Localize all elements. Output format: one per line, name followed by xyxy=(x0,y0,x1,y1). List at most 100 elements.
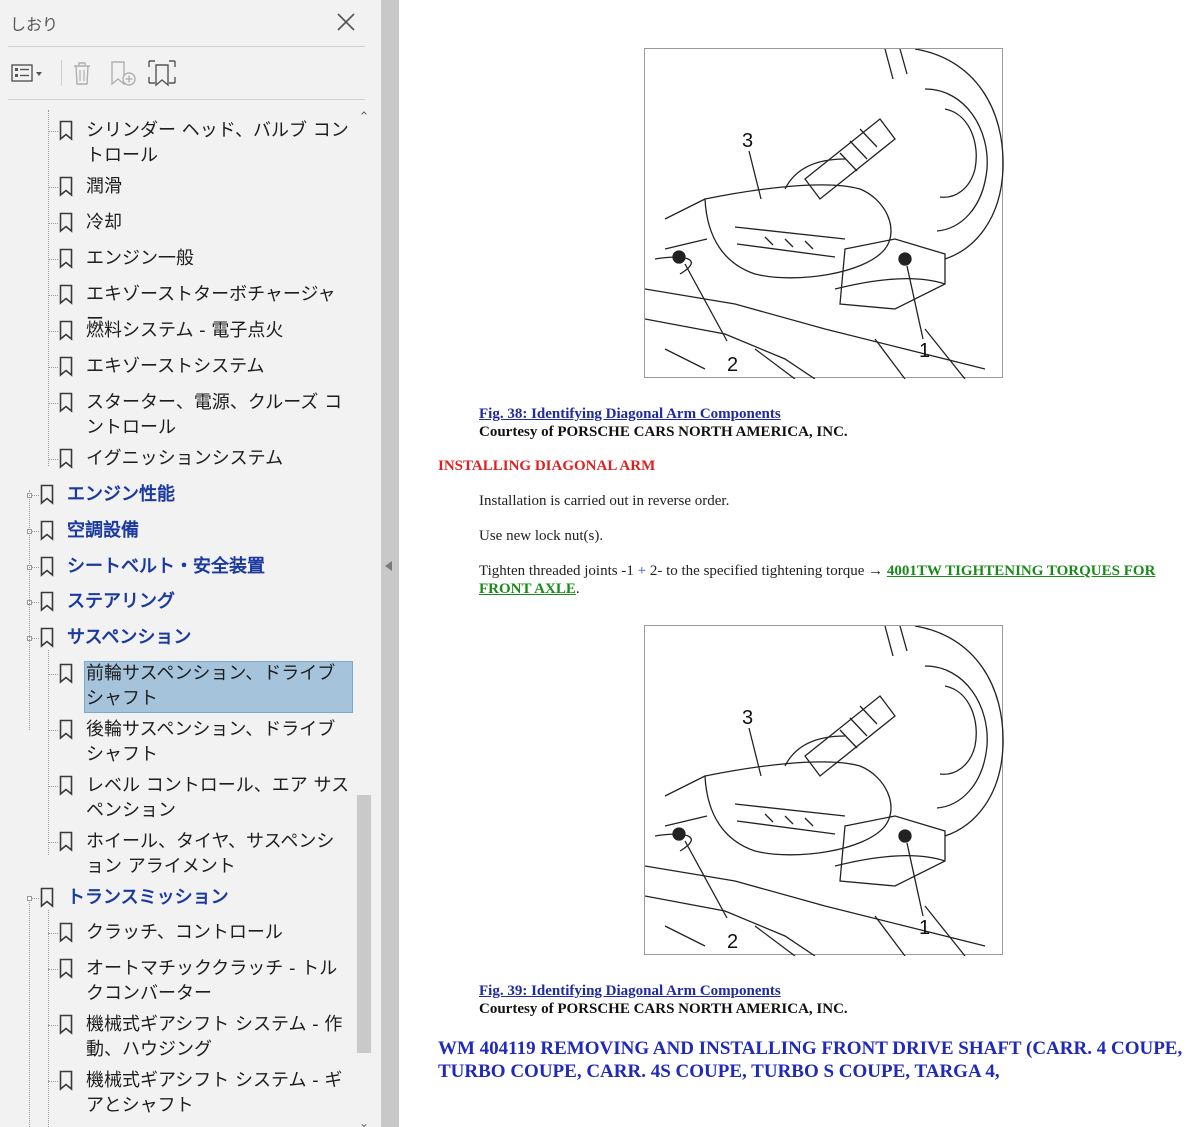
figure-callout-label: 1 xyxy=(919,917,930,939)
bookmark-item[interactable]: 後輪サスペンション、ドライブ シャフト xyxy=(0,717,355,769)
scrollbar-thumb[interactable] xyxy=(357,795,371,1053)
scroll-down-arrow-icon[interactable]: ⌄ xyxy=(357,1116,371,1127)
bookmark-item[interactable]: エキゾーストシステム xyxy=(0,354,355,380)
lock-nut xyxy=(898,252,912,266)
drawing-stroke xyxy=(914,626,1004,837)
bookmark-label: レベル コントロール、エア サスペンション xyxy=(86,775,350,821)
bookmark-tree: シリンダー ヘッド、バルブ コントロール潤滑冷却エンジン一般エキゾーストターボチ… xyxy=(0,110,355,1127)
bookmark-item[interactable]: レベル コントロール、エア サスペンション xyxy=(0,773,355,825)
bookmark-label: ホイール、タイヤ、サスペンション アライメント xyxy=(86,831,335,877)
collapse-left-icon[interactable] xyxy=(385,561,392,571)
bookmark-icon xyxy=(59,1014,73,1035)
bookmark-label: シリンダー ヘッド、バルブ コントロール xyxy=(86,120,349,166)
drawing-stroke xyxy=(839,128,878,172)
bookmark-label: エンジン一般 xyxy=(86,248,194,269)
bookmark-icon xyxy=(59,284,73,305)
bookmark-section[interactable]: エンジン性能 xyxy=(0,482,355,508)
panel-splitter[interactable] xyxy=(381,0,399,1127)
lock-nut xyxy=(672,250,686,264)
bookmark-section[interactable]: ステアリング xyxy=(0,589,355,615)
drawing-stroke xyxy=(834,854,946,867)
bookmark-selection-icon[interactable] xyxy=(146,58,176,88)
drawing-stroke xyxy=(664,775,708,827)
bookmark-icon xyxy=(40,520,54,541)
document-page: 3 2 1 Fig. 38: Identifying Diagonal Arm Co… xyxy=(399,0,1200,1127)
tree-connector xyxy=(48,367,58,368)
tree-guide-line xyxy=(29,900,30,1127)
fig38-caption-link[interactable]: Fig. 38: Identifying Diagonal Arm Compon… xyxy=(479,406,781,423)
bookmark-item[interactable]: 前輪サスペンション、ドライブ シャフト xyxy=(0,661,355,713)
divider xyxy=(8,99,365,100)
figure-38-diagram: 3 2 1 xyxy=(644,48,1004,379)
bookmark-item[interactable]: イグニッションシステム xyxy=(0,446,355,472)
figure-callout-label: 2 xyxy=(727,354,738,376)
options-menu-icon[interactable] xyxy=(10,58,42,88)
bookmark-icon xyxy=(40,627,54,648)
bookmark-label: 機械式ギアシフト システム - ギアとシャフト xyxy=(86,1070,343,1116)
drawing-stroke xyxy=(884,49,908,80)
wm-section-heading[interactable]: WM 404119 REMOVING AND INSTALLING FRONT … xyxy=(438,1037,1188,1083)
bookmark-label: 前輪サスペンション、ドライブ シャフト xyxy=(86,663,336,709)
bookmark-icon xyxy=(59,663,73,684)
scroll-up-arrow-icon[interactable]: ⌃ xyxy=(357,111,371,126)
bookmark-label: シートベルト・安全装置 xyxy=(67,556,265,577)
bookmark-item[interactable]: エキゾーストターボチャージャー xyxy=(0,282,355,330)
bookmark-icon xyxy=(59,831,73,852)
bookmark-item[interactable]: オートマチッククラッチ - トルクコンバーター xyxy=(0,956,355,1008)
plus-sign: + xyxy=(637,563,647,579)
drawing-stroke xyxy=(734,226,846,258)
bookmark-section[interactable]: 空調設備 xyxy=(0,518,355,544)
section-heading: INSTALLING DIAGONAL ARM xyxy=(438,458,656,474)
panel-title: しおり xyxy=(10,15,59,34)
tree-connector xyxy=(48,1081,58,1082)
bookmark-icon xyxy=(59,448,73,469)
figure-39-diagram: 3 2 1 xyxy=(644,625,1004,956)
bookmark-section[interactable]: シートベルト・安全装置 xyxy=(0,554,355,580)
tree-guide-line xyxy=(48,650,49,855)
tree-connector xyxy=(48,1025,58,1026)
bookmark-icon xyxy=(59,320,73,341)
bookmark-label: 燃料システム - 電子点火 xyxy=(86,320,284,341)
bookmark-item[interactable]: スターター、電源、クルーズ コントロール xyxy=(0,390,355,442)
fig39-caption-link[interactable]: Fig. 39: Identifying Diagonal Arm Compon… xyxy=(479,983,781,1000)
bookmark-item[interactable]: エンジン一般 xyxy=(0,246,355,272)
drawing-stroke xyxy=(939,108,977,198)
tree-connector xyxy=(48,969,58,970)
bookmark-section[interactable]: サスペンション xyxy=(0,625,355,651)
tree-connector xyxy=(48,674,58,675)
bookmark-item[interactable]: シリンダー ヘッド、バルブ コントロール xyxy=(0,118,355,170)
drawing-stroke xyxy=(764,236,814,250)
trash-icon[interactable] xyxy=(68,58,98,88)
bookmark-icon xyxy=(59,922,73,943)
tree-connector xyxy=(32,638,39,639)
bookmark-item[interactable]: 機械式ギアシフト システム - ギアとシャフト xyxy=(0,1068,355,1120)
bookmark-label: スターター、電源、クルーズ コントロール xyxy=(86,392,343,438)
bookmark-icon xyxy=(59,392,73,413)
bookmark-item[interactable]: クラッチ、コントロール xyxy=(0,920,355,946)
bookmark-icon xyxy=(59,356,73,377)
bookmark-icon xyxy=(40,556,54,577)
bookmark-section[interactable]: トランスミッション xyxy=(0,885,355,911)
tree-connector xyxy=(48,331,58,332)
new-bookmark-icon[interactable] xyxy=(108,58,138,88)
tree-connector xyxy=(32,531,39,532)
toolbar-divider xyxy=(61,60,62,86)
bookmark-item[interactable]: ホイール、タイヤ、サスペンション アライメント xyxy=(0,829,355,881)
tree-guide-line xyxy=(29,490,30,730)
text: . xyxy=(575,581,580,597)
bookmark-item[interactable]: 潤滑 xyxy=(0,174,355,200)
bookmark-label: 空調設備 xyxy=(67,520,139,541)
bookmark-item[interactable]: 機械式ギアシフト システム - 作動、ハウジング xyxy=(0,1012,355,1064)
tree-connector xyxy=(48,730,58,731)
bookmark-item[interactable]: 燃料システム - 電子点火 xyxy=(0,318,355,344)
drawing-stroke xyxy=(924,88,988,232)
bookmark-icon xyxy=(59,1070,73,1091)
close-icon[interactable] xyxy=(334,10,358,34)
tree-connector xyxy=(32,898,39,899)
bookmark-icon xyxy=(40,887,54,908)
leader-line xyxy=(748,150,762,200)
bookmark-item[interactable]: 冷却 xyxy=(0,210,355,236)
drawing-stroke xyxy=(734,803,846,835)
leader-line xyxy=(684,840,728,919)
tree-connector xyxy=(48,403,58,404)
